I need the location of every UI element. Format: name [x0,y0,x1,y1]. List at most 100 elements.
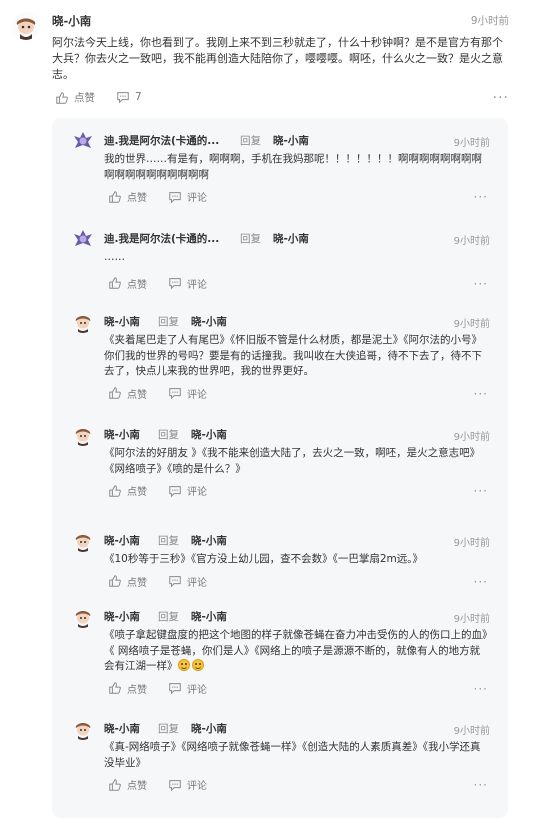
avatar[interactable] [72,130,94,152]
reply-text: 《10秒等于三秒》《官方没上幼儿园，查不会数》《一巴掌扇2m远。》 [104,552,490,568]
thumbs-up-icon [109,575,121,587]
more-options-icon[interactable]: ··· [474,485,488,497]
like-button[interactable]: 点赞 [108,386,147,401]
reply-text-content: 《10秒等于三秒》《官方没上幼儿园，查不会数》《一巴掌扇2m远。》 [104,553,424,565]
like-label: 点赞 [127,193,147,204]
thumbs-up-icon [109,190,121,203]
reply-text-content: 《喷子拿起键盘度的把这个地图的样子就像苍蝇在奋力冲击受伤的人的伤口上的血》《 网… [104,629,488,672]
like-label: 点赞 [127,684,147,696]
reply-text: 我的世界……有是有，啊啊啊，手机在我妈那呢！！！！！！！啊啊啊啊啊啊啊啊啊啊啊啊… [104,152,490,183]
comment-time: 9小时前 [470,15,509,27]
like-label: 点赞 [127,279,147,291]
reply-time: 9小时前 [453,432,490,443]
reply-author[interactable]: 晓-小南 [104,721,140,736]
reply-text-content: 《阿尔法的好朋友 》《我不能来创造大陆了，去火之一致，啊呸，是火之意志吧》《网络… [104,447,481,475]
comment-button[interactable]: 7 [116,90,142,104]
comment-icon [169,485,181,497]
like-label: 点赞 [127,781,147,792]
reply-time: 9小时前 [453,726,490,737]
comment-label: 评论 [187,684,207,696]
reply-word: 回复 [158,316,179,328]
thumbs-up-icon [109,277,121,289]
like-label: 点赞 [74,92,95,104]
avatar[interactable] [72,530,94,552]
more-options-icon[interactable]: ··· [493,91,509,105]
like-button[interactable]: 点赞 [55,90,95,105]
reply-target[interactable]: 晓-小南 [191,427,227,442]
reply-target[interactable]: 晓-小南 [191,609,227,624]
more-options-icon[interactable]: ··· [474,278,488,290]
reply-author[interactable]: 迪.我是阿尔法(卡通的... [104,133,219,148]
reply-target[interactable]: 晓-小南 [273,231,309,246]
like-button[interactable]: 点赞 [108,189,147,204]
reply-time: 9小时前 [453,236,490,247]
avatar[interactable] [72,228,94,250]
comment-button[interactable]: 评论 [168,574,207,589]
like-button[interactable]: 点赞 [108,483,147,498]
reply-word: 回复 [158,429,179,441]
thumbs-up-icon [109,387,121,399]
more-options-icon[interactable]: ··· [474,683,488,695]
like-button[interactable]: 点赞 [108,276,147,291]
reply-target[interactable]: 晓-小南 [273,133,309,148]
comment-label: 评论 [187,781,207,792]
reply-text-content: 《夹着尾巴走了人有尾巴》《怀旧版不管是什么材质，都是泥土》《阿尔法的小号》你们我… [104,334,482,377]
reply-word: 回复 [240,233,261,245]
avatar[interactable] [12,12,40,40]
comment-count: 7 [135,91,142,103]
like-label: 点赞 [127,389,147,401]
anime-avatar-icon [72,424,94,446]
anime-avatar-icon [72,718,94,740]
like-button[interactable]: 点赞 [108,681,147,696]
reply-author[interactable]: 晓-小南 [104,427,140,442]
reply-target[interactable]: 晓-小南 [191,533,227,548]
comment-label: 评论 [187,389,207,401]
comment-button[interactable]: 评论 [168,681,207,696]
reply-author[interactable]: 迪.我是阿尔法(卡通的... [104,231,219,246]
reply-text-content: 《真-网络喷子》《网络喷子就像苍蝇一样》《创造大陆的人素质真差》《我小学还真没毕… [104,741,481,769]
comment-icon [117,92,129,104]
thumbs-up-icon [109,682,121,694]
avatar[interactable] [72,311,94,333]
reply-target[interactable]: 晓-小南 [191,314,227,329]
reply-text-content: 我的世界……有是有，啊啊啊，手机在我妈那呢！！！！！！！啊啊啊啊啊啊啊啊啊啊啊啊… [104,153,482,181]
reply-time: 9小时前 [453,538,490,549]
comment-label: 评论 [187,279,207,291]
reply-author[interactable]: 晓-小南 [104,314,140,329]
comment-author[interactable]: 晓-小南 [52,13,91,29]
reply-word: 回复 [158,611,179,623]
reply-target[interactable]: 晓-小南 [191,721,227,736]
reply-author[interactable]: 晓-小南 [104,609,140,624]
like-button[interactable]: 点赞 [108,574,147,589]
more-options-icon[interactable]: ··· [474,388,488,400]
like-label: 点赞 [127,487,147,498]
reply-word: 回复 [158,535,179,547]
more-options-icon[interactable]: ··· [474,576,488,588]
reply-text: 《阿尔法的好朋友 》《我不能来创造大陆了，去火之一致，啊呸，是火之意志吧》《网络… [104,446,490,477]
thumbs-up-icon [109,778,121,791]
more-options-icon[interactable]: ··· [474,779,488,791]
comment-button[interactable]: 评论 [168,276,207,291]
comment-icon [169,779,181,791]
comment-label: 评论 [187,193,207,204]
avatar[interactable] [72,718,94,740]
main-comment: 晓-小南 9小时前 阿尔法今天上线，你也看到了。我刚上来不到三秒就走了，什么十秒… [0,0,533,112]
anime-avatar-icon [72,311,94,333]
purple-character-avatar-icon [72,228,94,250]
avatar[interactable] [72,606,94,628]
avatar[interactable] [72,424,94,446]
reply-text: 《喷子拿起键盘度的把这个地图的样子就像苍蝇在奋力冲击受伤的人的伤口上的血》《 网… [104,628,490,675]
reply-time: 9小时前 [453,614,490,625]
comment-button[interactable]: 评论 [168,777,207,792]
comment-button[interactable]: 评论 [168,189,207,204]
more-options-icon[interactable]: ··· [474,191,488,203]
comment-button[interactable]: 评论 [168,386,207,401]
reply-author[interactable]: 晓-小南 [104,533,140,548]
comment-text: 阿尔法今天上线，你也看到了。我刚上来不到三秒就走了，什么十秒钟啊？是不是官方有那… [52,36,503,81]
like-button[interactable]: 点赞 [108,777,147,792]
comment-button[interactable]: 评论 [168,483,207,498]
purple-character-avatar-icon [72,130,94,152]
anime-avatar-icon [72,606,94,628]
reply-word: 回复 [158,723,179,735]
reply-text: 《真-网络喷子》《网络喷子就像苍蝇一样》《创造大陆的人素质真差》《我小学还真没毕… [104,740,490,771]
